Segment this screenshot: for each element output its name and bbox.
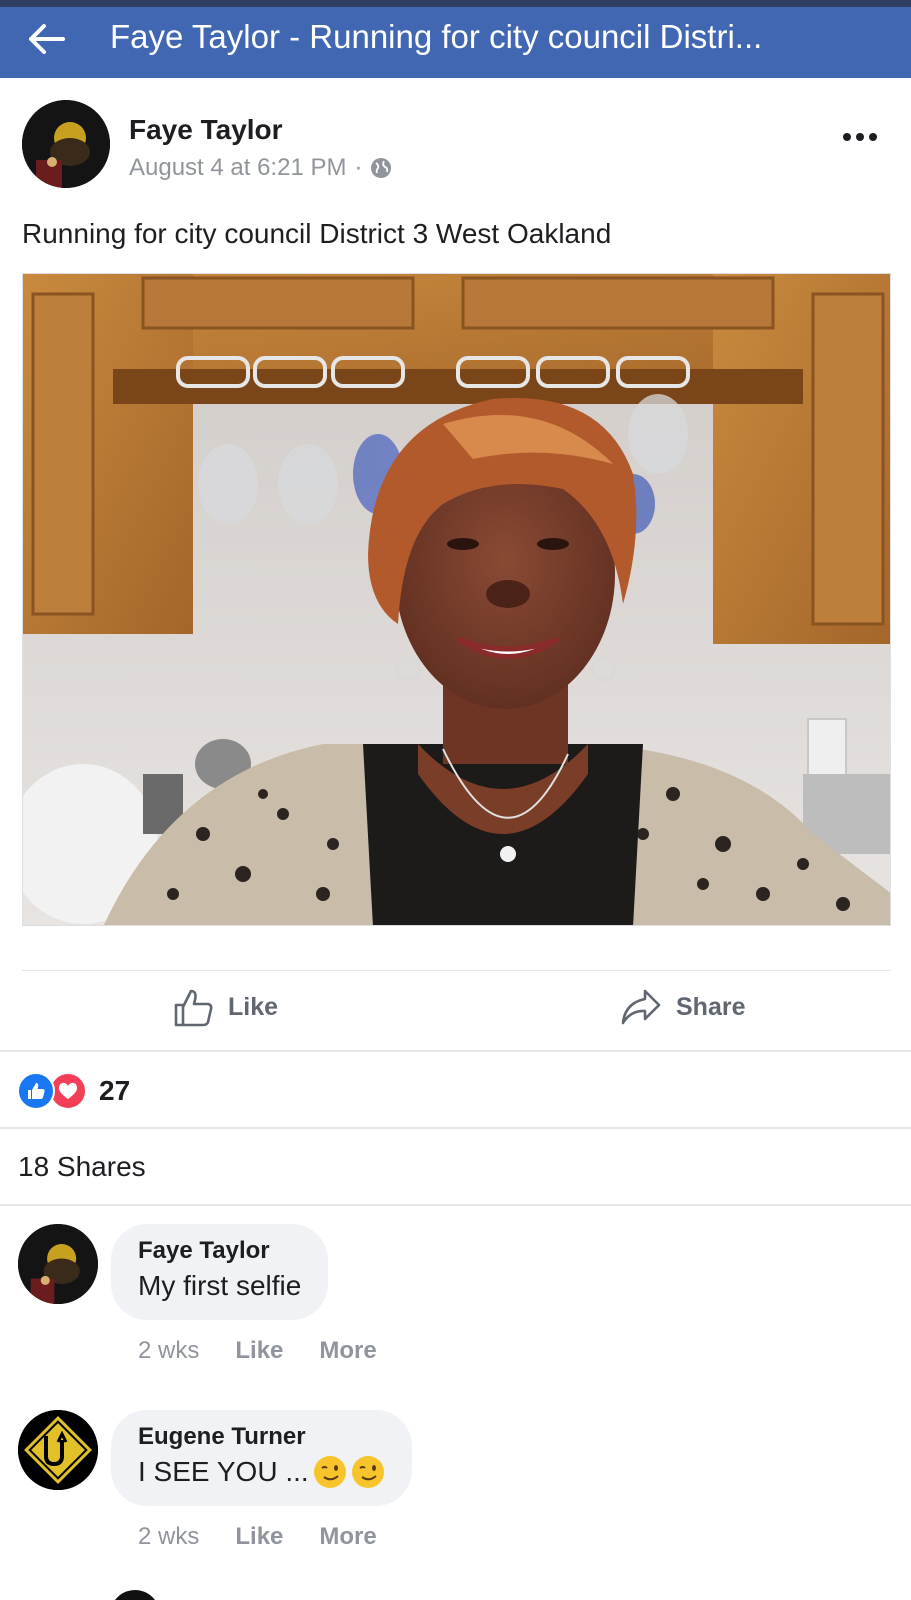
back-button[interactable] (22, 15, 70, 63)
comment-more-button[interactable]: More (319, 1337, 376, 1365)
reactions-summary[interactable]: 27 (17, 1072, 130, 1110)
shares-count[interactable]: 18 Shares (18, 1151, 146, 1183)
comment-time: 2 wks (138, 1523, 200, 1550)
like-button-label: Like (228, 992, 279, 1021)
actions-top-divider (22, 970, 891, 971)
meta-separator: · (354, 154, 363, 181)
dot-icon (856, 133, 864, 141)
u-turn-logo (18, 1410, 98, 1490)
post-options-button[interactable] (835, 122, 885, 152)
profile-photo (22, 100, 110, 188)
comment-like-button[interactable]: Like (235, 1337, 283, 1365)
like-reaction-icon (17, 1072, 55, 1110)
comment-bubble[interactable]: Eugene Turner I SEE YOU ... (111, 1410, 412, 1506)
comment: Eugene Turner I SEE YOU ... 2 wks Like M… (0, 1410, 911, 1560)
avatar[interactable] (22, 100, 110, 188)
actions-bottom-divider (0, 1050, 911, 1052)
page-title: Faye Taylor - Running for city council D… (110, 18, 763, 55)
comment-text: My first selfie (138, 1270, 302, 1301)
post-header: Faye Taylor August 4 at 6:21 PM · (0, 78, 911, 198)
like-button[interactable]: Like (172, 986, 278, 1028)
kitchen-selfie-image (23, 274, 890, 925)
winking-face-icon (313, 1456, 346, 1488)
comment-author[interactable]: Eugene Turner (138, 1422, 385, 1452)
avatar[interactable] (18, 1410, 98, 1490)
share-arrow-icon (621, 989, 661, 1025)
status-bar-strip (0, 0, 911, 7)
comment-actions: 2 wks Like More (138, 1337, 377, 1365)
dot-icon (843, 133, 851, 141)
comment-actions: 2 wks Like More (138, 1523, 377, 1551)
top-app-bar: Faye Taylor - Running for city council D… (0, 7, 911, 78)
comment-text: I SEE YOU ... (138, 1456, 309, 1487)
post-photo[interactable] (22, 273, 891, 926)
post-text: Running for city council District 3 West… (22, 218, 612, 249)
profile-photo (18, 1224, 98, 1304)
avatar[interactable] (18, 1224, 98, 1304)
comment: Faye Taylor My first selfie 2 wks Like M… (0, 1224, 911, 1374)
comment-time: 2 wks (138, 1337, 200, 1364)
avatar[interactable] (110, 1590, 160, 1600)
reactions-divider (0, 1127, 911, 1129)
post-meta: August 4 at 6:21 PM · (129, 154, 392, 182)
dot-icon (869, 133, 877, 141)
arrow-left-icon (29, 24, 65, 54)
post-timestamp[interactable]: August 4 at 6:21 PM (129, 154, 346, 182)
comment-more-button[interactable]: More (319, 1523, 376, 1551)
globe-icon (371, 158, 392, 178)
comment-text-row: I SEE YOU ... (138, 1452, 385, 1492)
thumbs-up-icon (174, 989, 213, 1027)
share-button-label: Share (676, 992, 746, 1021)
winking-face-icon (351, 1456, 384, 1488)
shares-divider (0, 1204, 911, 1206)
reaction-count: 27 (99, 1075, 131, 1106)
share-button[interactable]: Share (620, 986, 745, 1028)
post-author-name[interactable]: Faye Taylor (129, 114, 283, 146)
comment-bubble[interactable]: Faye Taylor My first selfie (111, 1224, 329, 1320)
comment-author[interactable]: Faye Taylor (138, 1236, 301, 1266)
comment-like-button[interactable]: Like (235, 1523, 283, 1551)
